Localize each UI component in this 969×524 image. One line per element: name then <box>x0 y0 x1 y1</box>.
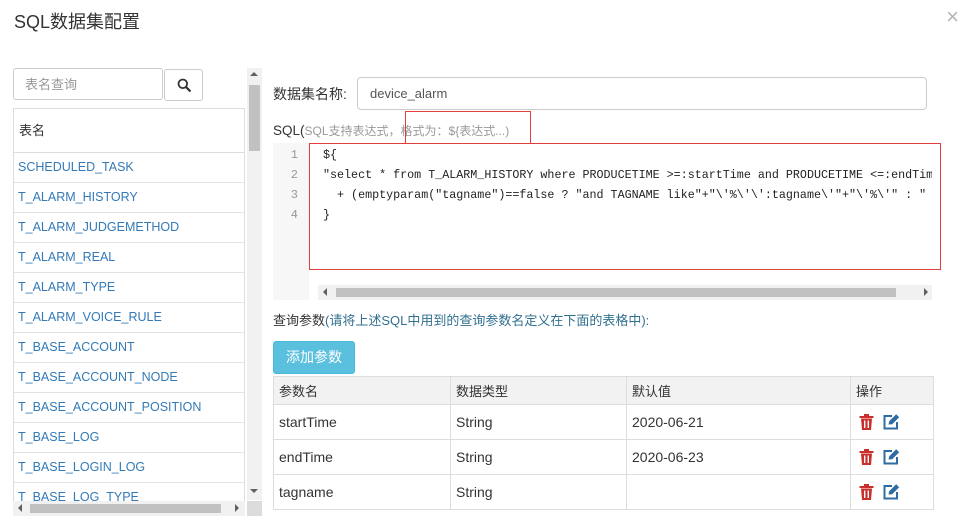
table-list-item[interactable]: T_ALARM_JUDGEMETHOD <box>14 213 244 243</box>
query-params-hint: (请将上述SQL中用到的查询参数名定义在下面的表格中): <box>325 313 650 328</box>
left-horizontal-scroll-thumb[interactable] <box>30 504 221 513</box>
param-actions-cell <box>850 439 934 475</box>
scroll-right-arrow-icon[interactable] <box>235 504 239 512</box>
table-list-item[interactable]: T_BASE_ACCOUNT_NODE <box>14 363 244 393</box>
trash-icon[interactable] <box>859 449 874 465</box>
param-name-cell: tagname <box>273 474 451 510</box>
column-header-data-type: 数据类型 <box>450 376 627 405</box>
table-list-item[interactable]: T_ALARM_TYPE <box>14 273 244 303</box>
table-header-row: 参数名 数据类型 默认值 操作 <box>273 376 934 405</box>
table-row: endTime String 2020-06-23 <box>273 439 934 475</box>
query-params-label-text: 查询参数 <box>273 313 326 328</box>
scroll-left-arrow-icon[interactable] <box>323 288 327 296</box>
sql-hint: SQL支持表达式，格式为：${表达式...) <box>304 124 510 138</box>
sql-editor[interactable]: 1 2 3 4 ${ "select * from T_ALARM_HISTOR… <box>273 143 932 300</box>
scroll-left-arrow-icon[interactable] <box>18 504 22 512</box>
table-list-item[interactable]: T_ALARM_HISTORY <box>14 183 244 213</box>
column-header-param-name: 参数名 <box>273 376 451 405</box>
table-list-item[interactable]: T_BASE_ACCOUNT_POSITION <box>14 393 244 423</box>
table-list-header: 表名 <box>14 109 244 153</box>
table-list-item[interactable]: T_BASE_LOG_TYPE <box>14 483 244 501</box>
scroll-right-arrow-icon[interactable] <box>924 288 928 296</box>
line-number: 4 <box>290 208 298 222</box>
line-number-gutter: 1 2 3 4 <box>273 143 309 300</box>
edit-icon[interactable] <box>883 414 900 430</box>
line-number: 1 <box>290 148 298 162</box>
trash-icon[interactable] <box>859 484 874 500</box>
sql-label-text: SQL( <box>273 123 305 138</box>
close-icon[interactable]: × <box>946 5 959 29</box>
line-number: 2 <box>290 168 298 182</box>
dialog-title: SQL数据集配置 <box>14 12 141 32</box>
param-actions-cell <box>850 404 934 440</box>
param-default-cell: 2020-06-23 <box>626 439 851 475</box>
table-list-item[interactable]: SCHEDULED_TASK <box>14 153 244 183</box>
search-button[interactable] <box>164 69 203 101</box>
param-default-cell: 2020-06-21 <box>626 404 851 440</box>
param-type-cell: String <box>450 404 627 440</box>
param-default-cell <box>626 474 851 510</box>
query-params-label: 查询参数(请将上述SQL中用到的查询参数名定义在下面的表格中): <box>273 312 649 330</box>
param-type-cell: String <box>450 474 627 510</box>
table-list-item[interactable]: T_ALARM_REAL <box>14 243 244 273</box>
code-line[interactable]: } <box>323 205 330 225</box>
dataset-name-label: 数据集名称: <box>273 86 347 102</box>
column-header-default-value: 默认值 <box>626 376 851 405</box>
code-line[interactable]: ${ <box>323 145 337 165</box>
scroll-corner <box>247 501 262 516</box>
param-name-cell: startTime <box>273 404 451 440</box>
editor-horizontal-scroll-thumb[interactable] <box>336 288 896 297</box>
left-vertical-scroll-thumb[interactable] <box>249 85 260 151</box>
scroll-up-arrow-icon[interactable] <box>250 72 258 76</box>
line-number: 3 <box>290 188 298 202</box>
table-list-item[interactable]: T_BASE_LOG <box>14 423 244 453</box>
table-list: 表名 SCHEDULED_TASK T_ALARM_HISTORY T_ALAR… <box>13 108 245 501</box>
param-actions-cell <box>850 474 934 510</box>
table-row: startTime String 2020-06-21 <box>273 404 934 440</box>
table-row: tagname String <box>273 474 934 510</box>
column-header-actions: 操作 <box>850 376 934 405</box>
table-list-item[interactable]: T_BASE_ACCOUNT <box>14 333 244 363</box>
edit-icon[interactable] <box>883 449 900 465</box>
scroll-down-arrow-icon[interactable] <box>250 489 258 493</box>
trash-icon[interactable] <box>859 414 874 430</box>
param-name-cell: endTime <box>273 439 451 475</box>
dataset-name-input[interactable] <box>357 77 927 110</box>
table-list-item[interactable]: T_ALARM_VOICE_RULE <box>14 303 244 333</box>
table-search-input[interactable] <box>13 68 163 100</box>
code-line[interactable]: + (emptyparam("tagname")==false ? "and T… <box>323 185 926 205</box>
params-table: 参数名 数据类型 默认值 操作 startTime String 2020-06… <box>273 376 934 510</box>
add-param-button[interactable]: 添加参数 <box>273 341 355 374</box>
sql-label: SQL(SQL支持表达式，格式为：${表达式...) <box>273 122 509 140</box>
param-type-cell: String <box>450 439 627 475</box>
table-list-item[interactable]: T_BASE_LOGIN_LOG <box>14 453 244 483</box>
code-line[interactable]: "select * from T_ALARM_HISTORY where PRO… <box>323 165 932 185</box>
edit-icon[interactable] <box>883 484 900 500</box>
search-icon <box>177 78 191 92</box>
